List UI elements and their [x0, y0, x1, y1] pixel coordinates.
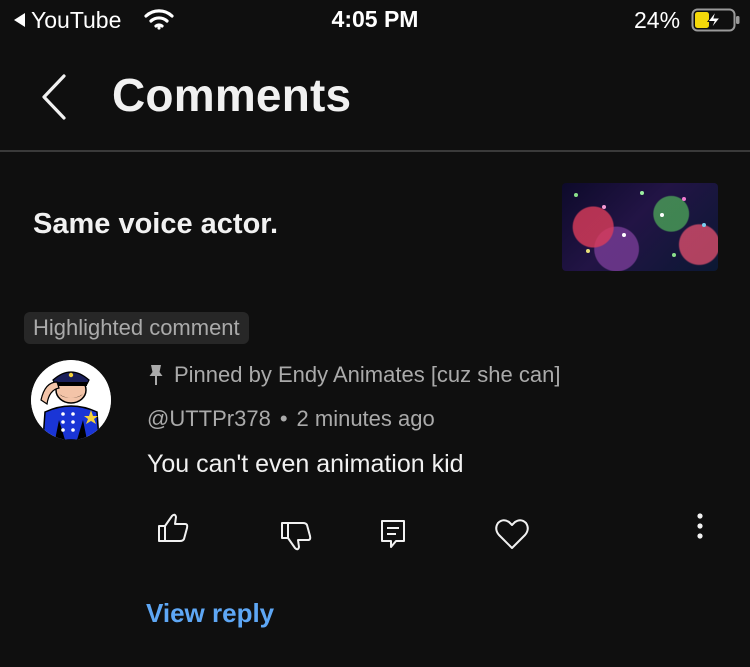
thumbnail-sparkle [574, 193, 578, 197]
police-avatar-image [31, 360, 111, 440]
thumbnail-sparkle [672, 253, 676, 257]
thumbnail-sparkle [586, 249, 590, 253]
pinned-indicator: Pinned by Endy Animates [cuz she can] [146, 361, 560, 389]
more-vertical-icon[interactable] [690, 510, 710, 544]
video-thumbnail[interactable] [562, 183, 718, 271]
status-bar: YouTube 4:05 PM 24% [0, 0, 750, 40]
thumbnail-sparkle [660, 213, 664, 217]
pinned-by-text: Pinned by Endy Animates [cuz she can] [174, 362, 561, 387]
comment-time: 2 minutes ago [296, 406, 435, 431]
thumbnail-sparkle [622, 233, 626, 237]
heart-icon[interactable] [493, 516, 531, 552]
page-title: Comments [112, 69, 352, 121]
thumbs-up-icon[interactable] [155, 510, 191, 546]
comment-text: You can't even animation kid [147, 450, 464, 478]
reply-comment-icon[interactable] [378, 517, 408, 551]
comments-header: Comments [0, 44, 750, 152]
comment-author[interactable]: @UTTPr378 [147, 406, 271, 432]
chevron-left-icon[interactable] [30, 70, 80, 124]
highlighted-comment-badge: Highlighted comment [24, 312, 249, 344]
thumbnail-sparkle [640, 191, 644, 195]
thumbs-down-icon[interactable] [278, 518, 314, 554]
meta-separator-dot: • [279, 406, 288, 431]
thumbnail-sparkle [702, 223, 706, 227]
battery-percent: 24% [634, 7, 681, 33]
avatar[interactable] [31, 360, 111, 440]
pin-icon [149, 365, 163, 385]
thumbnail-sparkle [602, 205, 606, 209]
battery-charging-icon [691, 8, 740, 32]
comment-meta: @UTTPr378 • 2 minutes ago [147, 405, 435, 433]
video-title: Same voice actor. [33, 208, 279, 240]
view-reply-button[interactable]: View reply [146, 598, 274, 629]
thumbnail-sparkle [682, 197, 686, 201]
